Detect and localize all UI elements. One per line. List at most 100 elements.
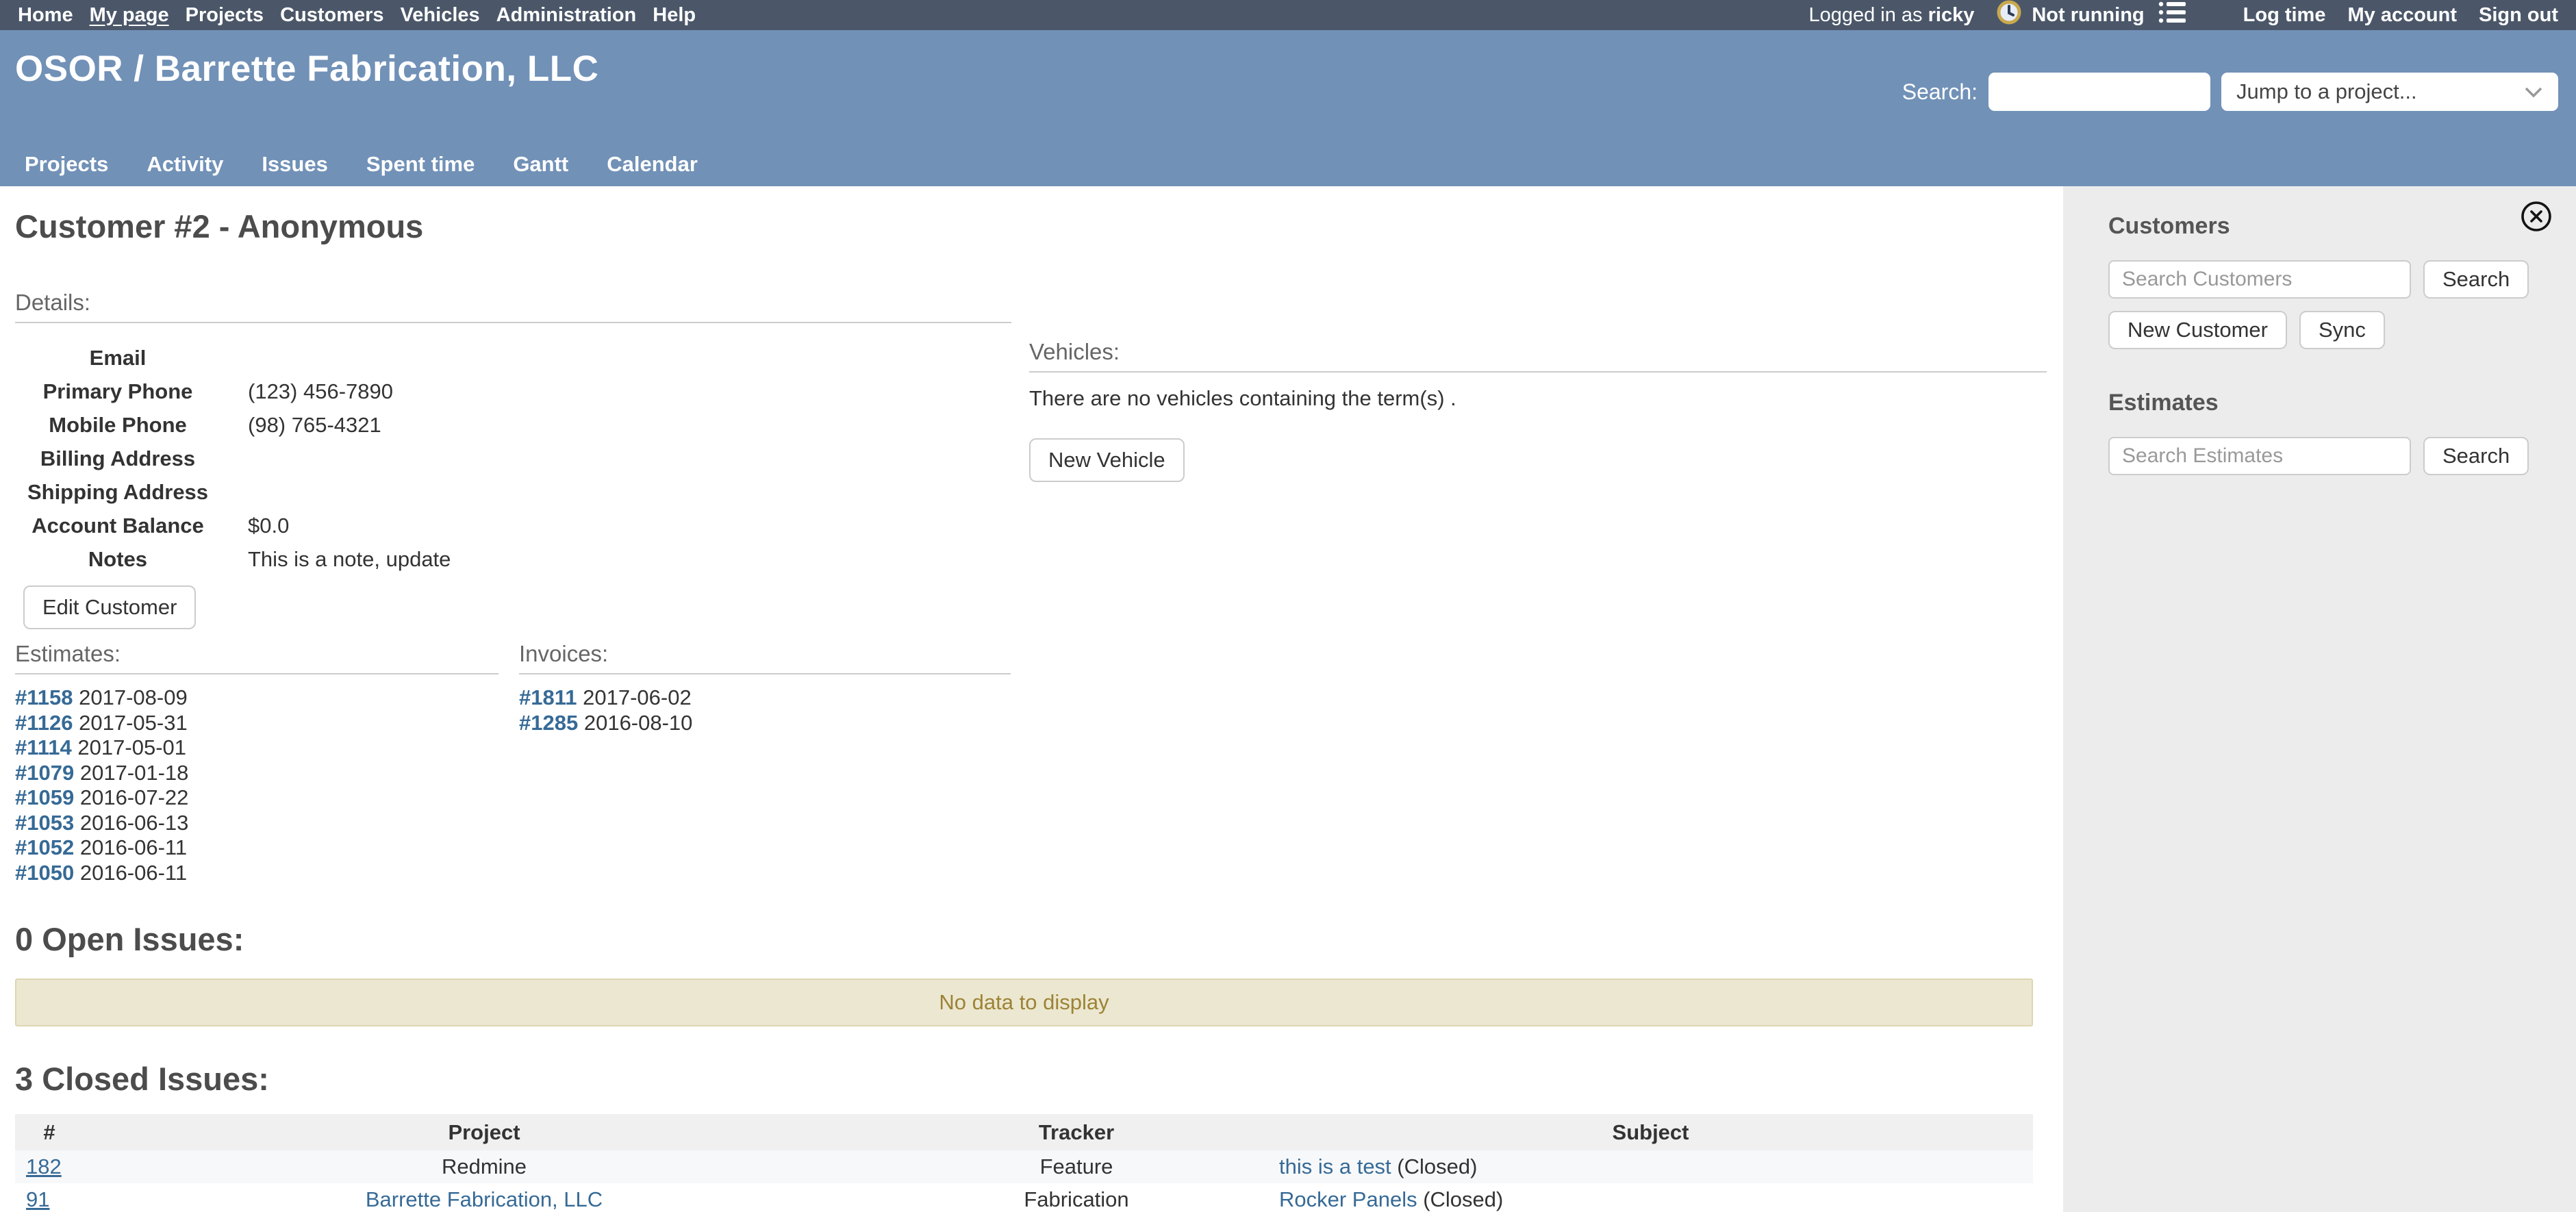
customers-search-button[interactable]: Search xyxy=(2423,260,2529,299)
list-item: #1059 2016-07-22 xyxy=(15,785,498,811)
issue-subject-link[interactable]: Rocker Panels xyxy=(1279,1187,1417,1211)
close-icon[interactable] xyxy=(2520,200,2553,233)
timer-widget: Not running xyxy=(1996,0,2186,31)
field-row-notes: Notes This is a note, update xyxy=(15,542,1011,576)
column-header-project: Project xyxy=(84,1114,885,1150)
topmenu-help[interactable]: Help xyxy=(653,4,696,27)
main-menu-tabs: Projects Activity Issues Spent time Gant… xyxy=(25,152,698,177)
estimate-link[interactable]: #1053 xyxy=(15,811,74,835)
estimates-section: Estimates: #1158 2017-08-09 #1126 2017-0… xyxy=(15,640,498,885)
open-issues-heading: 0 Open Issues: xyxy=(15,921,2047,958)
estimate-date: 2017-05-31 xyxy=(79,711,188,735)
topmenu-home[interactable]: Home xyxy=(18,4,73,27)
field-label: Mobile Phone xyxy=(15,413,220,438)
timer-status-label: Not running xyxy=(2032,4,2144,27)
issue-project-cell: Barrette Fabrication, LLC xyxy=(84,1183,885,1212)
field-value: (98) 765-4321 xyxy=(220,413,381,438)
estimate-link[interactable]: #1059 xyxy=(15,785,74,809)
field-label: Email xyxy=(15,346,220,370)
issue-status-suffix: (Closed) xyxy=(1391,1154,1478,1178)
field-value: $0.0 xyxy=(220,514,289,538)
issue-tracker-cell: Feature xyxy=(885,1150,1268,1183)
sidebar-estimates-heading: Estimates xyxy=(2108,388,2555,418)
list-item: #1052 2016-06-11 xyxy=(15,835,498,861)
topmenu-customers[interactable]: Customers xyxy=(280,4,384,27)
tab-spent-time[interactable]: Spent time xyxy=(366,152,475,177)
invoice-date: 2017-06-02 xyxy=(583,685,692,709)
estimate-link[interactable]: #1114 xyxy=(15,735,72,759)
field-row-billing-address: Billing Address xyxy=(15,442,1011,475)
chevron-down-icon xyxy=(2524,79,2543,104)
estimates-divider xyxy=(15,673,498,674)
customers-search-row: Search xyxy=(2108,260,2555,299)
search-input[interactable] xyxy=(1988,73,2210,111)
vehicles-heading: Vehicles: xyxy=(1029,338,2047,366)
sync-button[interactable]: Sync xyxy=(2299,311,2385,349)
estimate-link[interactable]: #1079 xyxy=(15,761,74,785)
issue-subject-link[interactable]: this is a test xyxy=(1279,1154,1391,1178)
tab-calendar[interactable]: Calendar xyxy=(607,152,698,177)
field-label: Primary Phone xyxy=(15,379,220,404)
sign-out-link[interactable]: Sign out xyxy=(2479,4,2558,27)
estimates-search-button[interactable]: Search xyxy=(2423,437,2529,475)
list-item: #1811 2017-06-02 xyxy=(519,685,1011,711)
tab-projects[interactable]: Projects xyxy=(25,152,108,177)
field-row-mobile-phone: Mobile Phone (98) 765-4321 xyxy=(15,408,1011,442)
sidebar: Customers Search New Customer Sync Estim… xyxy=(2063,186,2576,1212)
list-item: #1053 2016-06-13 xyxy=(15,811,498,836)
list-item: #1114 2017-05-01 xyxy=(15,735,498,761)
logged-in-status: Logged in as ricky xyxy=(1808,4,1974,27)
main-layout: Customer #2 - Anonymous Details: Email P… xyxy=(0,186,2576,1212)
invoices-divider xyxy=(519,673,1011,674)
logged-in-username: ricky xyxy=(1928,4,1975,26)
estimate-link[interactable]: #1052 xyxy=(15,835,74,859)
header-search-area: Search: Jump to a project... xyxy=(1902,73,2558,111)
top-menu-right: Logged in as ricky Not running Log time … xyxy=(1808,0,2558,31)
invoice-link[interactable]: #1285 xyxy=(519,711,578,735)
list-icon[interactable] xyxy=(2158,1,2187,29)
tab-activity[interactable]: Activity xyxy=(147,152,223,177)
field-value: This is a note, update xyxy=(220,547,451,572)
estimate-link[interactable]: #1126 xyxy=(15,711,73,735)
field-row-email: Email xyxy=(15,341,1011,375)
invoices-heading: Invoices: xyxy=(519,640,1011,668)
estimate-link[interactable]: #1050 xyxy=(15,861,74,885)
search-customers-input[interactable] xyxy=(2108,260,2411,299)
topmenu-projects[interactable]: Projects xyxy=(186,4,264,27)
topmenu-my-page[interactable]: My page xyxy=(90,4,169,27)
log-time-link[interactable]: Log time xyxy=(2243,4,2326,27)
estimates-search-row: Search xyxy=(2108,437,2555,475)
field-label: Shipping Address xyxy=(15,480,220,505)
customers-actions-row: New Customer Sync xyxy=(2108,311,2555,349)
main-content: Customer #2 - Anonymous Details: Email P… xyxy=(0,186,2063,1212)
edit-customer-button[interactable]: Edit Customer xyxy=(23,585,196,629)
topmenu-vehicles[interactable]: Vehicles xyxy=(401,4,480,27)
estimate-link[interactable]: #1158 xyxy=(15,685,73,709)
vehicles-section: Vehicles: There are no vehicles containi… xyxy=(1029,289,2047,629)
estimates-list: #1158 2017-08-09 #1126 2017-05-31 #1114 … xyxy=(15,685,498,885)
estimate-date: 2016-06-11 xyxy=(80,861,187,885)
issue-project-link[interactable]: Barrette Fabrication, LLC xyxy=(366,1187,603,1211)
new-customer-button[interactable]: New Customer xyxy=(2108,311,2287,349)
column-header-subject: Subject xyxy=(1268,1114,2033,1150)
tab-gantt[interactable]: Gantt xyxy=(513,152,568,177)
new-vehicle-button[interactable]: New Vehicle xyxy=(1029,438,1185,482)
my-account-link[interactable]: My account xyxy=(2347,4,2457,27)
table-header-row: # Project Tracker Subject xyxy=(15,1114,2033,1150)
search-estimates-input[interactable] xyxy=(2108,437,2411,475)
field-label: Notes xyxy=(15,547,220,572)
estimate-date: 2017-05-01 xyxy=(77,735,186,759)
issue-id-link[interactable]: 182 xyxy=(26,1154,62,1178)
issue-id-link[interactable]: 91 xyxy=(26,1187,49,1211)
page-title: Customer #2 - Anonymous xyxy=(15,208,2047,245)
field-row-shipping-address: Shipping Address xyxy=(15,475,1011,509)
tab-issues[interactable]: Issues xyxy=(262,152,328,177)
invoices-section: Invoices: #1811 2017-06-02 #1285 2016-08… xyxy=(519,640,1011,885)
invoice-link[interactable]: #1811 xyxy=(519,685,577,709)
jump-to-project-value: Jump to a project... xyxy=(2236,79,2417,104)
list-item: #1079 2017-01-18 xyxy=(15,761,498,786)
clock-icon[interactable] xyxy=(1996,0,2022,31)
details-heading: Details: xyxy=(15,289,1011,316)
jump-to-project-select[interactable]: Jump to a project... xyxy=(2221,73,2558,111)
topmenu-administration[interactable]: Administration xyxy=(496,4,637,27)
